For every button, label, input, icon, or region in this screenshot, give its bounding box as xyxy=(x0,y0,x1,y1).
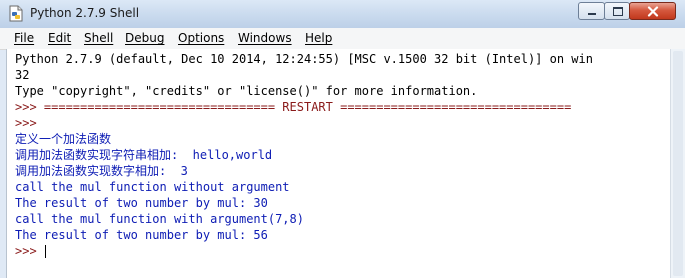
shell-line-output: 定义一个加法函数 xyxy=(15,132,112,146)
title-bar[interactable]: Python 2.7.9 Shell xyxy=(0,0,685,29)
python-idle-icon xyxy=(8,5,24,22)
menu-windows[interactable]: Windows xyxy=(238,31,292,45)
minimize-icon xyxy=(588,13,596,15)
shell-line-output: 调用加法函数实现数字相加: 3 xyxy=(15,164,188,178)
shell-line-banner: Python 2.7.9 (default, Dec 10 2014, 12:2… xyxy=(15,52,593,66)
text-cursor xyxy=(45,245,46,258)
menu-bar: File Edit Shell Debug Options Windows He… xyxy=(0,28,685,50)
scrollbar-thumb[interactable] xyxy=(673,51,683,276)
shell-line-output: 调用加法函数实现字符串相加: hello,world xyxy=(15,148,273,162)
shell-line-output: The result of two number by mul: 30 xyxy=(15,196,268,210)
shell-line-output: The result of two number by mul: 56 xyxy=(15,228,268,242)
shell-output-area[interactable]: Python 2.7.9 (default, Dec 10 2014, 12:2… xyxy=(6,49,670,278)
shell-line-prompt: >>> xyxy=(15,244,44,258)
minimize-button[interactable] xyxy=(578,2,605,20)
menu-file[interactable]: File xyxy=(14,31,34,45)
shell-line-banner: 32 xyxy=(15,68,30,82)
maximize-button[interactable] xyxy=(604,2,630,20)
vertical-scrollbar[interactable] xyxy=(670,49,685,278)
close-icon xyxy=(647,6,659,17)
close-button[interactable] xyxy=(629,2,676,20)
menu-shell[interactable]: Shell xyxy=(84,31,113,45)
maximize-icon xyxy=(613,7,623,16)
shell-line-banner: Type "copyright", "credits" or "license(… xyxy=(15,84,478,98)
shell-line-prompt: >>> xyxy=(15,116,44,130)
menu-debug[interactable]: Debug xyxy=(125,31,164,45)
shell-line-restart: >>> ================================ RES… xyxy=(15,100,572,114)
shell-line-output: call the mul function with argument(7,8) xyxy=(15,212,304,226)
shell-line-output: call the mul function without argument xyxy=(15,180,290,194)
menu-edit[interactable]: Edit xyxy=(48,31,71,45)
menu-options[interactable]: Options xyxy=(178,31,224,45)
window-title: Python 2.7.9 Shell xyxy=(30,6,140,20)
menu-help[interactable]: Help xyxy=(305,31,332,45)
